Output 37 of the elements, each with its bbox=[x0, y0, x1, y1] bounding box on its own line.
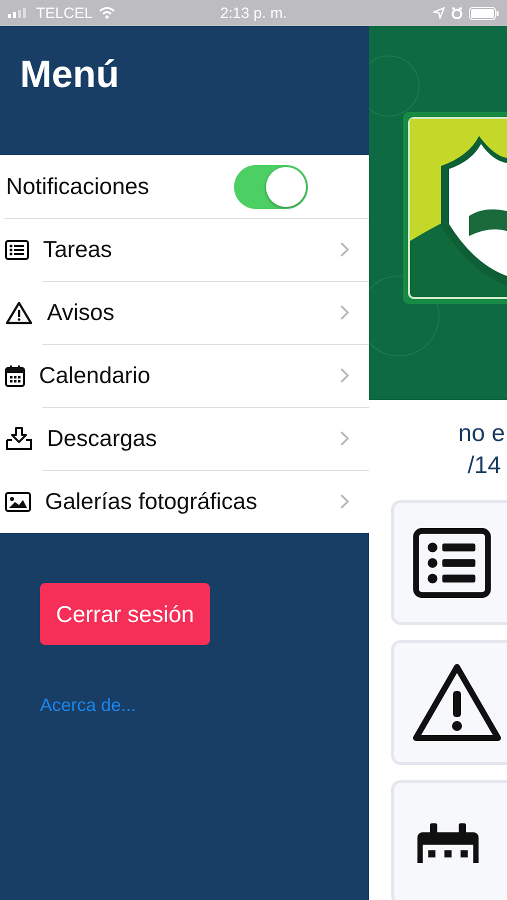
feature-card[interactable] bbox=[391, 500, 507, 625]
menu-item-label: Tareas bbox=[43, 236, 114, 263]
status-time: 2:13 p. m. bbox=[220, 4, 287, 22]
menu-item-label: Notificaciones bbox=[6, 173, 150, 200]
chevron-icon bbox=[340, 431, 349, 446]
menu-item-label: Calendario bbox=[39, 362, 152, 389]
location-icon bbox=[433, 7, 445, 19]
menu-item[interactable]: Galerías fotográficas bbox=[0, 470, 369, 533]
logout-button[interactable]: Cerrar sesión bbox=[40, 583, 210, 645]
chevron-icon bbox=[340, 368, 349, 383]
menu-item-label: Descargas bbox=[47, 425, 158, 452]
feature-card[interactable] bbox=[391, 780, 507, 900]
menu-item[interactable]: Avisos bbox=[0, 281, 369, 344]
list-icon bbox=[5, 240, 29, 260]
chevron-icon bbox=[340, 494, 349, 509]
chevron-icon bbox=[340, 305, 349, 320]
calendar-icon bbox=[5, 364, 25, 386]
menu-item[interactable]: Calendario bbox=[0, 344, 369, 407]
menu-item[interactable]: Tareas bbox=[0, 218, 369, 281]
feature-card[interactable] bbox=[391, 640, 507, 765]
notifications-toggle[interactable] bbox=[234, 164, 308, 208]
body-text: no e bbox=[458, 420, 505, 448]
menu-item-label: Avisos bbox=[47, 299, 116, 326]
wifi-icon bbox=[98, 7, 115, 19]
warning-icon bbox=[5, 300, 33, 324]
alarm-icon bbox=[451, 7, 463, 19]
image-icon bbox=[5, 492, 31, 512]
warning-icon bbox=[412, 662, 502, 742]
download-icon bbox=[5, 426, 33, 450]
menu-item-label: Galerías fotográficas bbox=[45, 488, 258, 515]
menu-item[interactable]: Descargas bbox=[0, 407, 369, 470]
battery-icon bbox=[469, 6, 499, 20]
carrier-name: TELCEL bbox=[36, 4, 93, 22]
chevron-icon bbox=[340, 242, 349, 257]
body-text: /14 bbox=[468, 452, 501, 480]
list-icon bbox=[412, 528, 492, 598]
menu-title: Menú bbox=[20, 54, 120, 96]
